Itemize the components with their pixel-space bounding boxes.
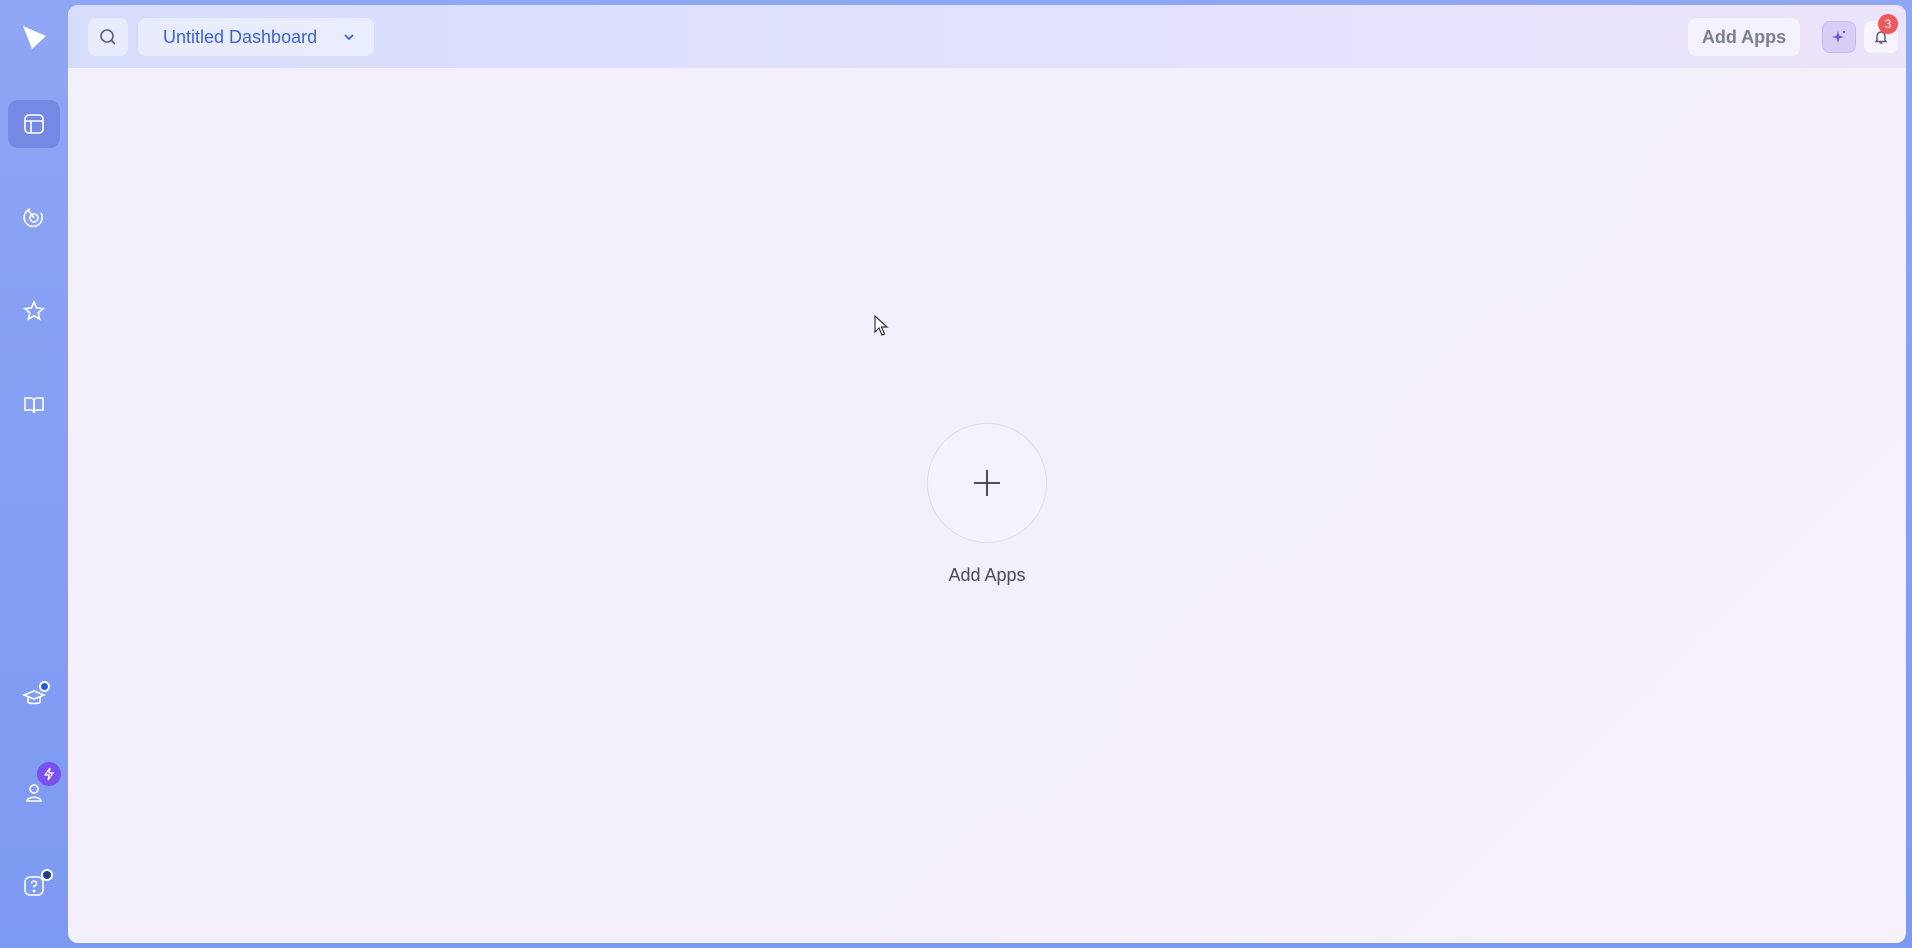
- book-icon: [24, 397, 44, 414]
- sidebar-item-dashboard[interactable]: [8, 100, 60, 148]
- sidebar-item-radar[interactable]: [8, 193, 60, 241]
- sidebar-item-learning[interactable]: [8, 674, 60, 722]
- mouse-cursor-icon: [874, 315, 889, 336]
- plus-icon: [974, 470, 1000, 496]
- add-apps-circle-button[interactable]: [927, 423, 1047, 543]
- sparkle-icon: [1832, 30, 1846, 43]
- dashboard-selector[interactable]: Untitled Dashboard: [138, 18, 374, 56]
- sidebar-item-favorites[interactable]: [8, 287, 60, 335]
- star-icon: [23, 299, 45, 321]
- dashboard-name: Untitled Dashboard: [163, 26, 318, 47]
- ai-assistant-button[interactable]: [1822, 21, 1856, 53]
- help-notification-dot: [41, 869, 53, 881]
- search-button[interactable]: [88, 18, 128, 56]
- radar-icon: [23, 208, 43, 228]
- dashboard-icon: [24, 114, 44, 134]
- notification-count-badge: 3: [1878, 14, 1898, 34]
- upgrade-badge-icon: [37, 762, 61, 786]
- chevron-down-icon: [344, 34, 354, 41]
- sidebar-item-docs[interactable]: [8, 381, 60, 429]
- search-icon: [100, 29, 116, 45]
- app-logo-icon[interactable]: [17, 20, 51, 54]
- learning-notification-dot: [39, 681, 50, 692]
- sidebar: [0, 0, 68, 948]
- add-apps-button[interactable]: Add Apps: [1688, 18, 1800, 56]
- add-apps-label: Add Apps: [948, 565, 1026, 585]
- main-content: Untitled Dashboard Add Apps 3 Add Apps: [68, 5, 1906, 943]
- sidebar-item-help[interactable]: [8, 862, 60, 910]
- top-bar: Untitled Dashboard Add Apps 3: [68, 5, 1906, 68]
